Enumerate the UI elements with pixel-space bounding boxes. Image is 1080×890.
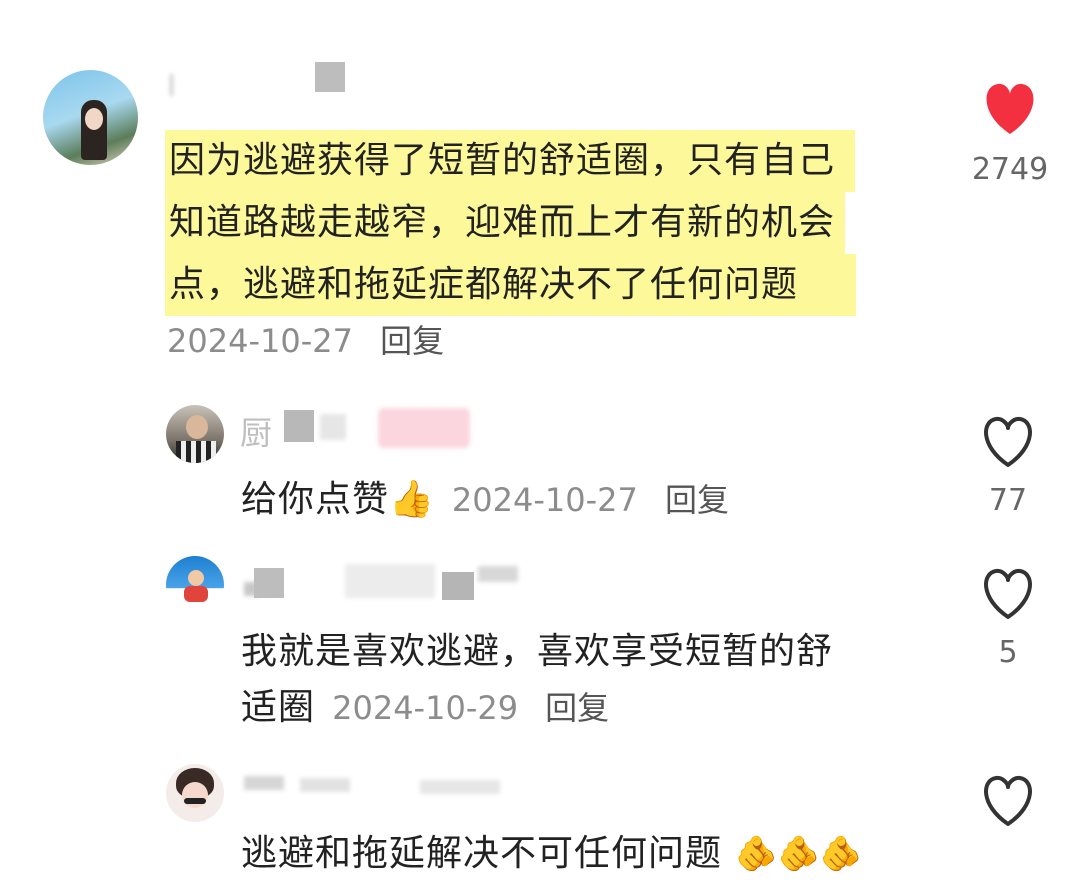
reply-date: 2024-10-27	[451, 481, 638, 519]
username[interactable]: 厨	[240, 408, 480, 452]
like-button[interactable]	[958, 772, 1058, 832]
reply-text: 逃避和拖延解决不可任何问题	[241, 833, 723, 874]
comment-date: 2024-10-27	[167, 322, 353, 360]
username[interactable]	[240, 560, 530, 604]
avatar[interactable]	[43, 70, 138, 165]
like-button[interactable]: 2749	[960, 78, 1060, 198]
reply-body: 我就是喜欢逃避，喜欢享受短暂的舒 适圈 2024-10-29 回复	[241, 624, 833, 742]
heart-outline-icon	[984, 775, 1032, 826]
emoji: 🫵🫵🫵	[735, 834, 863, 874]
comment-line: 知道路越走越窄，迎难而上才有新的机会	[165, 192, 846, 254]
like-count: 77	[988, 483, 1028, 518]
username-fragment: 厨	[240, 414, 273, 452]
like-button[interactable]: 77	[958, 413, 1058, 523]
avatar[interactable]	[166, 556, 224, 614]
reply-button[interactable]: 回复	[380, 322, 444, 360]
heart-filled-icon	[986, 83, 1034, 134]
reply-date: 2024-10-29	[332, 689, 519, 727]
reply-button[interactable]: 回复	[665, 481, 729, 519]
comment-line: 因为逃避获得了短暂的舒适圈，只有自己	[165, 130, 856, 192]
comment-line: 点，逃避和拖延症都解决不了任何问题	[165, 254, 857, 316]
reply-button[interactable]: 回复	[545, 689, 609, 727]
comment-meta: 2024-10-27 回复	[167, 316, 444, 362]
comment-body: 因为逃避获得了短暂的舒适圈，只有自己 知道路越走越窄，迎难而上才有新的机会 点，…	[165, 130, 857, 316]
username[interactable]	[165, 62, 355, 102]
heart-outline-icon	[984, 416, 1032, 467]
avatar[interactable]	[166, 764, 224, 822]
avatar[interactable]	[166, 405, 224, 463]
like-count: 2749	[971, 152, 1049, 187]
username[interactable]	[240, 770, 510, 806]
like-count: 5	[998, 635, 1018, 670]
reply-row: 给你点赞👍 2024-10-27 回复	[241, 472, 729, 528]
reply-text: 给你点赞👍	[241, 479, 435, 520]
like-button[interactable]: 5	[958, 565, 1058, 675]
reply-text-line: 我就是喜欢逃避，喜欢享受短暂的舒	[241, 631, 834, 672]
heart-outline-icon	[984, 568, 1032, 619]
reply-text-line: 适圈	[241, 687, 316, 728]
reply-row: 逃避和拖延解决不可任何问题 🫵🫵🫵	[241, 824, 862, 884]
